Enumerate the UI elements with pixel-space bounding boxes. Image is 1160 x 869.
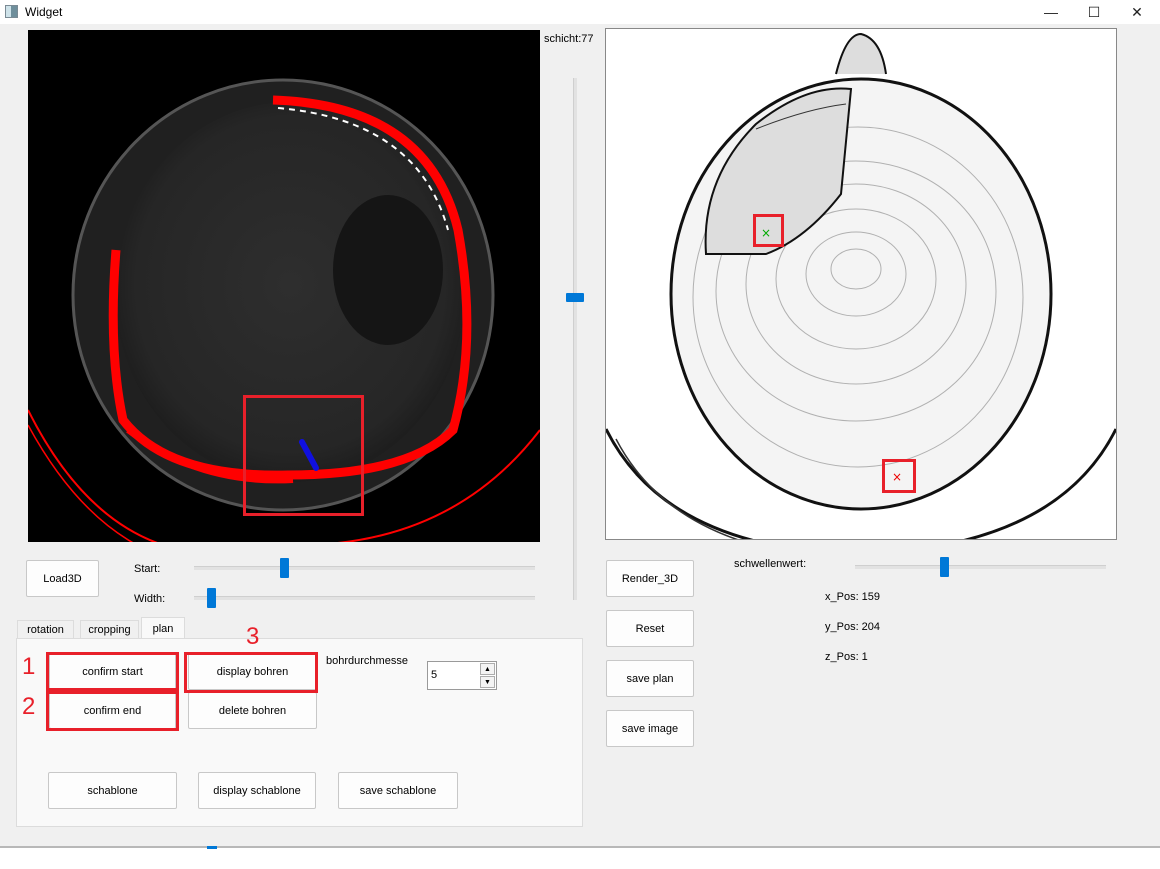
save-plan-button[interactable]: save plan xyxy=(606,660,694,697)
threshold-label: schwellenwert: xyxy=(734,558,807,570)
ct-slice-view[interactable] xyxy=(27,30,541,569)
reset-button[interactable]: Reset xyxy=(606,610,694,647)
width-slider[interactable] xyxy=(194,588,535,608)
z-pos-label: z_Pos: 1 xyxy=(825,651,868,663)
save-image-button[interactable]: save image xyxy=(606,710,694,747)
annotation-number-1: 1 xyxy=(22,653,36,680)
window-title: Widget xyxy=(25,5,63,19)
threshold-slider-track xyxy=(855,565,1106,569)
title-bar[interactable]: Widget — ☐ ✕ xyxy=(0,0,1160,24)
bohrdurchmesser-label: bohrdurchmesse xyxy=(326,655,408,667)
bohrdurchmesser-spinbox[interactable]: 5 ▲ ▼ xyxy=(427,661,497,690)
load3d-button[interactable]: Load3D xyxy=(26,560,99,597)
x-pos-label: x_Pos: 159 xyxy=(825,591,881,603)
bohrdurchmesser-value: 5 xyxy=(431,669,438,681)
render-3d-button[interactable]: Render_3D xyxy=(606,560,694,597)
maximize-button[interactable]: ☐ xyxy=(1071,0,1117,24)
start-slider[interactable] xyxy=(194,558,535,578)
app-icon xyxy=(5,5,18,18)
annotation-box-start-marker xyxy=(753,214,784,247)
tab-rotation[interactable]: rotation xyxy=(17,620,74,639)
y-pos-label: y_Pos: 204 xyxy=(825,621,881,633)
close-button[interactable]: ✕ xyxy=(1114,0,1160,24)
annotation-box-display-bohren xyxy=(184,652,318,693)
start-slider-handle[interactable] xyxy=(280,558,289,578)
spin-down-icon[interactable]: ▼ xyxy=(480,676,495,688)
save-schablone-button[interactable]: save schablone xyxy=(338,772,458,809)
tab-cropping[interactable]: cropping xyxy=(80,620,139,639)
width-slider-track xyxy=(194,596,535,600)
annotation-box-probe xyxy=(243,395,364,516)
taskbar-indicator xyxy=(207,846,217,849)
app-window: Widget — ☐ ✕ schicht:77 × × Load3D Start… xyxy=(0,0,1160,848)
slice-slider-handle[interactable] xyxy=(566,293,584,302)
annotation-box-end-marker xyxy=(882,459,916,493)
render-3d-view[interactable]: × × xyxy=(604,28,1118,560)
start-label: Start: xyxy=(134,563,161,575)
schablone-button[interactable]: schablone xyxy=(48,772,177,809)
window-bottom-edge xyxy=(0,846,1160,848)
annotation-box-confirm-start xyxy=(46,652,179,691)
render-3d-image: × × xyxy=(604,32,1118,560)
width-label: Width: xyxy=(134,593,166,605)
annotation-number-2: 2 xyxy=(22,693,36,720)
minimize-button[interactable]: — xyxy=(1028,0,1074,24)
slice-slider-track xyxy=(573,78,577,600)
tab-plan[interactable]: plan xyxy=(141,617,185,640)
annotation-box-confirm-end xyxy=(46,691,179,731)
threshold-slider[interactable] xyxy=(855,557,1106,577)
spin-up-icon[interactable]: ▲ xyxy=(480,663,495,675)
display-schablone-button[interactable]: display schablone xyxy=(198,772,316,809)
threshold-slider-handle[interactable] xyxy=(940,557,949,577)
slice-slider[interactable] xyxy=(566,78,584,600)
slice-label: schicht:77 xyxy=(544,33,594,45)
start-slider-track xyxy=(194,566,535,570)
annotation-number-3: 3 xyxy=(246,623,260,650)
delete-bohren-button[interactable]: delete bohren xyxy=(188,692,317,729)
width-slider-handle[interactable] xyxy=(207,588,216,608)
